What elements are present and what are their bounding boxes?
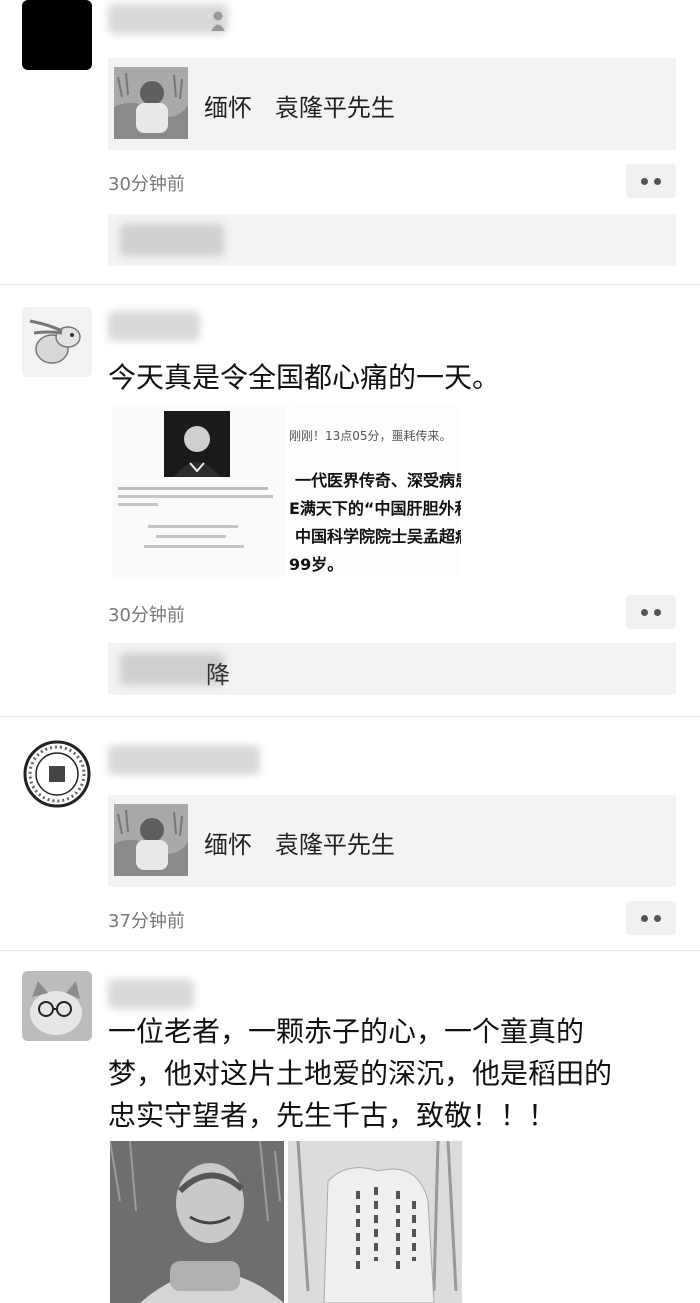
article-screenshot-right[interactable]: 刚刚！13点05分，噩耗传来。 一代医界传奇、深受病患爱 E满天下的“中国肝胆外… [289,405,461,577]
article-line-3: E满天下的“中国肝胆外和 [289,499,461,518]
article-screenshot-left[interactable] [112,405,287,577]
link-thumbnail [114,67,188,139]
post-text-line-3: 忠实守望者，先生千古，致敬！！！ [108,1099,557,1132]
post-text-line-2: 梦，他对这片土地爱的深沉，他是稻田的 [108,1057,613,1090]
person-icon [210,10,226,32]
post-time: 30分钟前 [108,605,185,626]
user-name-blurred[interactable] [108,979,194,1009]
link-title: 缅怀 袁隆平先生 [204,94,395,122]
portrait-photo [164,411,230,477]
link-thumbnail [114,804,188,876]
comment-partial-text: 降 [206,661,230,689]
comment-blurred [120,224,224,256]
user-name-blurred[interactable] [108,311,200,341]
article-line-4: 中国科学院院士吴孟超病 [295,527,461,546]
post-text-line-1: 一位老者，一颗赤子的心，一个童真的 [108,1015,585,1048]
moment-post-2: 今天真是令全国都心痛的一天。 刚刚！13点05分，噩耗传来。 一代医界传奇、深受… [0,285,700,715]
link-title: 缅怀 袁隆平先生 [204,831,395,859]
comment-area [108,214,676,266]
moment-post-3: 缅怀 袁隆平先生 37分钟前 [0,717,700,949]
user-name-blurred[interactable] [108,745,260,775]
article-line-5: 99岁。 [289,555,344,574]
shared-link-card[interactable]: 缅怀 袁隆平先生 [108,795,676,887]
more-button[interactable] [626,164,676,198]
user-avatar[interactable] [22,971,92,1041]
article-line-2: 一代医界传奇、深受病患爱 [295,471,461,490]
more-button[interactable] [626,901,676,935]
article-line-1: 刚刚！13点05分，噩耗传来。 [289,429,452,443]
moments-feed: { "posts": [ { "link_title": "缅怀 袁隆平先生",… [0,0,700,1303]
post-text: 今天真是令全国都心痛的一天。 [108,361,501,394]
more-button[interactable] [626,595,676,629]
moment-post-1: 缅怀 袁隆平先生 30分钟前 [0,0,700,284]
comment-area: 降 [108,643,676,695]
user-avatar[interactable] [22,0,92,70]
post-time: 37分钟前 [108,911,185,932]
user-avatar[interactable] [22,307,92,377]
post-image-portrait[interactable] [110,1141,284,1303]
shared-link-card[interactable]: 缅怀 袁隆平先生 [108,58,676,150]
blurred-text-lines [118,487,278,567]
post-image-stone[interactable] [288,1141,462,1303]
post-time: 30分钟前 [108,174,185,195]
moment-post-4: 一位老者，一颗赤子的心，一个童真的 梦，他对这片土地爱的深沉，他是稻田的 忠实守… [0,951,700,1303]
user-avatar[interactable] [22,739,92,809]
